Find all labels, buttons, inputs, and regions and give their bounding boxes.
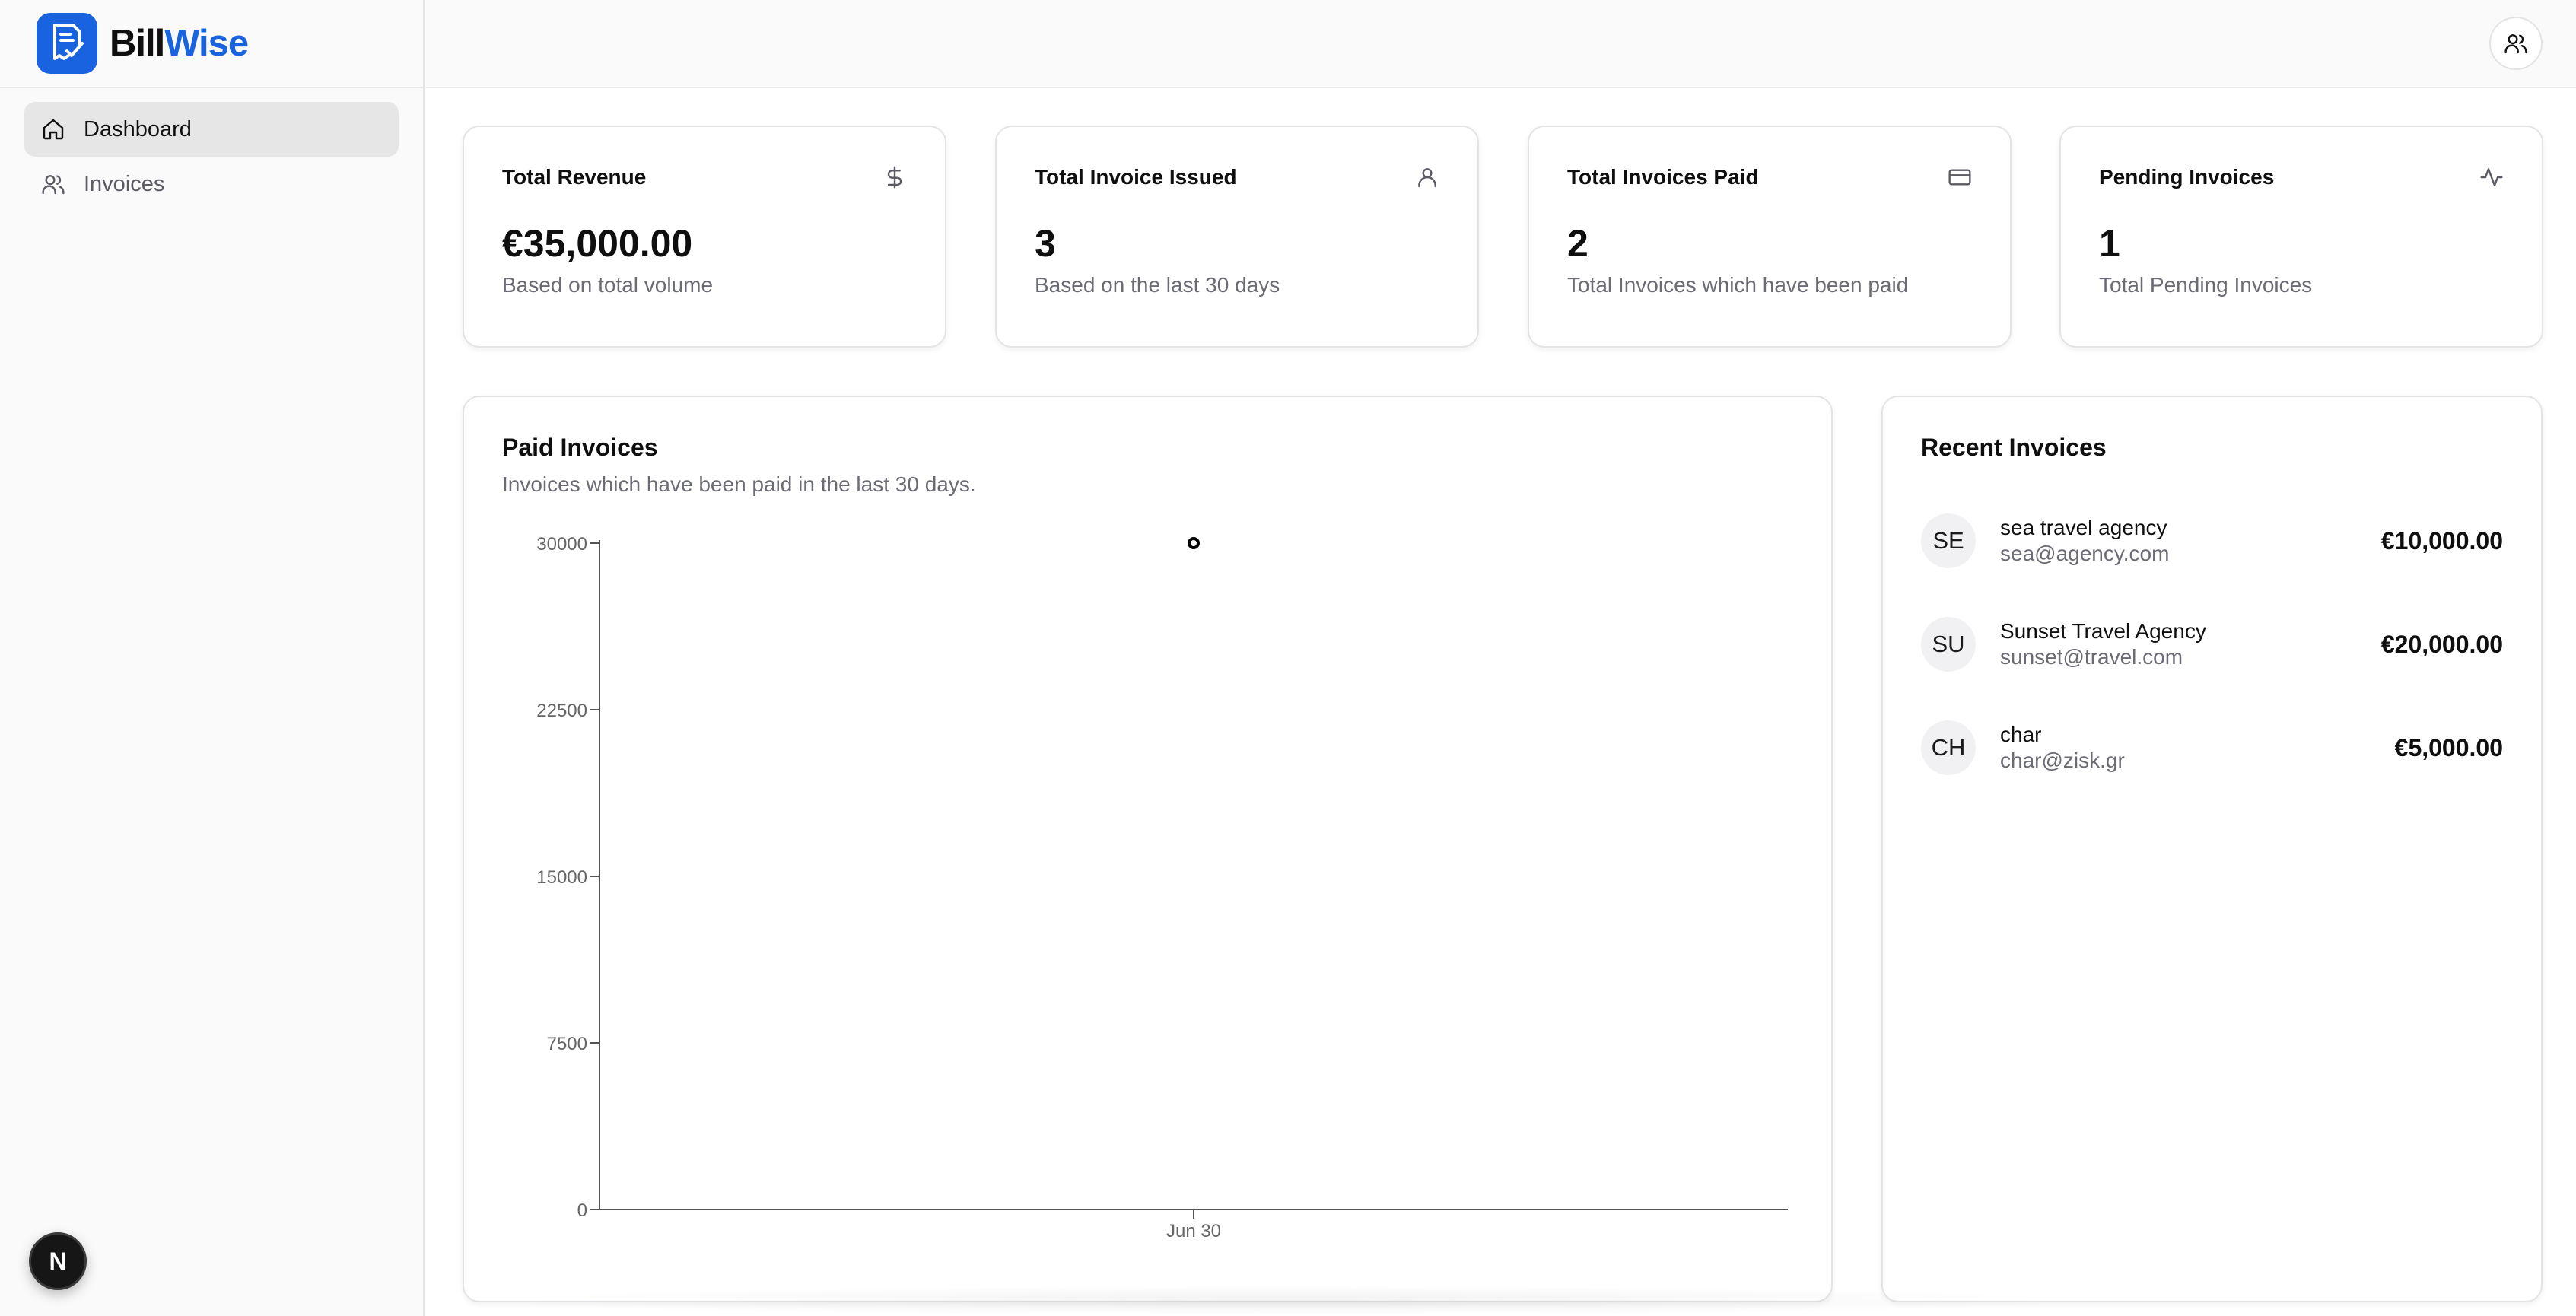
- user-menu-button[interactable]: [2489, 17, 2543, 70]
- stat-subtitle: Based on total volume: [502, 273, 714, 297]
- users-icon: [2504, 34, 2527, 54]
- y-tick-label: 30000: [536, 534, 587, 555]
- customer-email: sea@agency.com: [2000, 542, 2170, 565]
- brand-name: BillWise: [110, 22, 249, 65]
- sidebar-item-label: Invoices: [84, 171, 165, 196]
- stat-subtitle: Total Pending Invoices: [2099, 273, 2313, 297]
- stat-value: 3: [1035, 222, 1056, 265]
- dollar-icon: [887, 166, 902, 189]
- customer-name: char: [2000, 723, 2042, 746]
- y-tick-label: 15000: [536, 867, 587, 888]
- customer-email: sunset@travel.com: [2000, 645, 2183, 669]
- x-tick-label: Jun 30: [1166, 1221, 1221, 1241]
- stat-card-total-invoice-issued: Total Invoice Issued 3 Based on the last…: [995, 126, 1479, 348]
- invoice-amount: €20,000.00: [2380, 630, 2503, 658]
- recent-invoices-card: Recent Invoices SE sea travel agency sea…: [1881, 396, 2543, 1302]
- user-icon: [1418, 168, 1436, 188]
- credit-card-icon: [1948, 169, 1971, 186]
- card-title: Recent Invoices: [1921, 434, 2107, 461]
- stat-card-total-invoices-paid: Total Invoices Paid 2 Total Invoices whi…: [1528, 126, 2012, 348]
- stat-title: Total Invoices Paid: [1567, 165, 1759, 189]
- avatar: SU: [1921, 617, 1976, 672]
- stat-value: 1: [2099, 222, 2120, 265]
- customer-name: sea travel agency: [2000, 516, 2167, 539]
- sidebar-item-label: Dashboard: [84, 116, 192, 141]
- paid-invoices-card: Paid Invoices Invoices which have been p…: [463, 396, 1833, 1302]
- stat-value: 2: [1567, 222, 1589, 265]
- stat-title: Pending Invoices: [2099, 165, 2275, 189]
- sidebar-item-dashboard[interactable]: Dashboard: [24, 102, 399, 157]
- stat-subtitle: Total Invoices which have been paid: [1567, 273, 1909, 297]
- customer-email: char@zisk.gr: [2000, 749, 2125, 772]
- top-header: [426, 0, 2576, 88]
- paid-invoices-chart: 0 7500 15000 22500 30000 Jun 30: [536, 534, 1788, 1241]
- list-item[interactable]: SU Sunset Travel Agency sunset@travel.co…: [1921, 593, 2503, 696]
- invoice-amount: €5,000.00: [2394, 733, 2503, 761]
- next-dev-badge-button[interactable]: N: [29, 1232, 87, 1290]
- customer-name: Sunset Travel Agency: [2000, 619, 2206, 643]
- stat-title: Total Invoice Issued: [1035, 165, 1237, 189]
- brand-name-part2: Wise: [164, 23, 249, 64]
- sidebar: BillWise Dashboard Invoices N: [0, 0, 425, 1316]
- activity-icon: [2480, 168, 2503, 186]
- data-point: [1188, 537, 1200, 549]
- stat-value: €35,000.00: [502, 222, 693, 265]
- bottom-shadow: [487, 1286, 2085, 1316]
- stat-card-pending-invoices: Pending Invoices 1 Total Pending Invoice…: [2059, 126, 2543, 348]
- recent-invoices-list: SE sea travel agency sea@agency.com €10,…: [1921, 489, 2503, 799]
- sidebar-item-invoices[interactable]: Invoices: [24, 157, 399, 211]
- sidebar-nav: Dashboard Invoices: [0, 88, 423, 225]
- y-tick-label: 22500: [536, 701, 587, 721]
- brand[interactable]: BillWise: [0, 0, 423, 88]
- invoice-check-icon: [37, 13, 97, 74]
- stat-title: Total Revenue: [502, 165, 647, 189]
- y-tick-label: 0: [577, 1200, 587, 1221]
- stat-subtitle: Based on the last 30 days: [1035, 273, 1280, 297]
- home-icon: [43, 119, 64, 140]
- brand-name-part1: Bill: [110, 23, 165, 64]
- stat-card-total-revenue: Total Revenue €35,000.00 Based on total …: [463, 126, 946, 348]
- avatar: CH: [1921, 720, 1976, 775]
- list-item[interactable]: SE sea travel agency sea@agency.com €10,…: [1921, 489, 2503, 593]
- y-tick-label: 7500: [547, 1034, 587, 1054]
- users-icon: [42, 175, 65, 195]
- list-item[interactable]: CH char char@zisk.gr €5,000.00: [1921, 696, 2503, 799]
- avatar: SE: [1921, 513, 1976, 568]
- invoice-amount: €10,000.00: [2380, 526, 2503, 555]
